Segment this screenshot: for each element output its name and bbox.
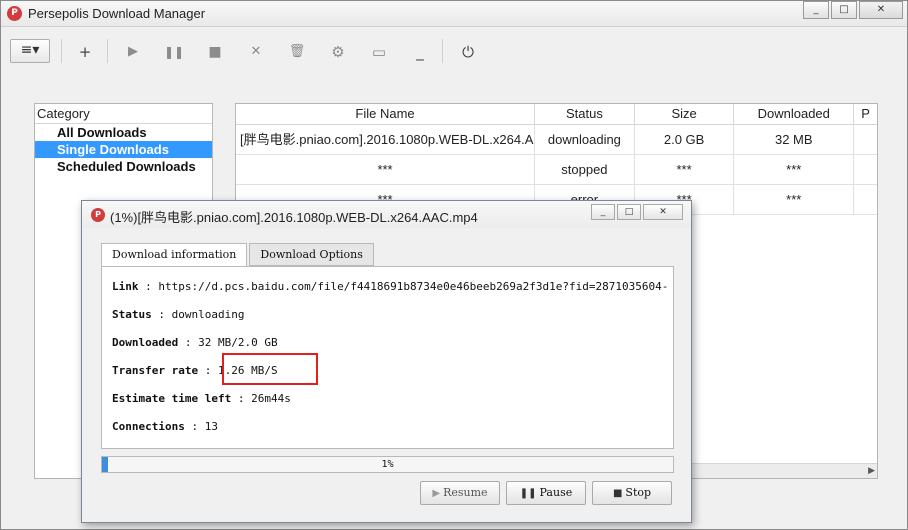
category-header: Category xyxy=(35,104,212,124)
resume-icon: ▶ xyxy=(432,488,441,499)
cell-size: 2.0 GB xyxy=(635,125,735,154)
link-label: Link xyxy=(112,280,139,293)
add-link-icon[interactable]: + xyxy=(73,41,97,63)
pause-icon[interactable]: ❚❚ xyxy=(162,41,186,63)
table-header: File Name Status Size Downloaded P xyxy=(236,104,877,125)
resume-label: Resume xyxy=(443,486,488,499)
cell-file-name: *** xyxy=(236,155,536,184)
maximize-button[interactable]: □ xyxy=(831,1,857,19)
pause-button[interactable]: ❚❚ Pause xyxy=(506,481,586,505)
toolbar: ≡▾ + ▶ ❚❚ ■ ✕ 🗑 ⚙ ▭ _ ⏻ xyxy=(1,29,907,75)
cell-downloaded: 32 MB xyxy=(734,125,855,154)
dialog-logo-icon: P xyxy=(91,208,105,222)
cell-downloaded: *** xyxy=(734,155,855,184)
toolbar-separator xyxy=(442,39,443,63)
title-bar: P Persepolis Download Manager _ □ ✕ xyxy=(1,1,907,27)
progress-label: 1% xyxy=(381,459,394,470)
column-status[interactable]: Status xyxy=(535,104,635,124)
close-button[interactable]: ✕ xyxy=(859,1,903,19)
properties-icon[interactable]: ⚙ xyxy=(326,41,350,63)
table-row[interactable]: *** stopped *** *** xyxy=(236,155,877,185)
connections-row: Connections : 13 xyxy=(112,420,218,433)
stop-icon[interactable]: ■ xyxy=(203,41,227,63)
dialog-close-button[interactable]: ✕ xyxy=(643,204,683,220)
remove-icon[interactable]: ✕ xyxy=(244,41,268,63)
scroll-right-icon[interactable]: ▶ xyxy=(868,464,875,478)
dialog-window-controls: _ □ ✕ xyxy=(589,204,683,220)
stop-button[interactable]: ■ Stop xyxy=(592,481,672,505)
status-row: Status : downloading xyxy=(112,308,245,321)
download-information-panel: Link : https://d.pcs.baidu.com/file/f441… xyxy=(101,266,674,449)
downloaded-label: Downloaded xyxy=(112,336,179,349)
tab-download-information[interactable]: Download information xyxy=(101,243,248,267)
cell-downloaded: *** xyxy=(734,185,855,214)
dialog-title-bar: P (1%)[胖鸟电影.pniao.com].2016.1080p.WEB-DL… xyxy=(82,201,691,228)
transfer-rate-label: Transfer rate xyxy=(112,364,199,377)
pause-icon: ❚❚ xyxy=(519,488,537,499)
tab-download-options[interactable]: Download Options xyxy=(249,243,374,266)
resume-icon[interactable]: ▶ xyxy=(121,41,145,63)
delete-icon[interactable]: 🗑 xyxy=(285,41,309,63)
cell-partial xyxy=(854,155,877,184)
transfer-rate-highlight xyxy=(222,353,318,385)
toolbar-separator xyxy=(107,39,108,63)
resume-button[interactable]: ▶ Resume xyxy=(420,481,500,505)
minimize-to-tray-icon[interactable]: _ xyxy=(408,41,432,63)
cell-file-name: [胖鸟电影.pniao.com].2016.1080p.WEB-DL.x264.… xyxy=(236,125,536,154)
connections-value: 13 xyxy=(204,420,218,433)
dialog-tabs: Download information Download Options xyxy=(101,243,376,267)
progress-dialog: P (1%)[胖鸟电影.pniao.com].2016.1080p.WEB-DL… xyxy=(81,200,692,523)
dialog-maximize-button[interactable]: □ xyxy=(617,204,641,220)
menu-button[interactable]: ≡▾ xyxy=(10,39,50,63)
downloaded-row: Downloaded : 32 MB/2.0 GB xyxy=(112,336,278,349)
toolbar-separator xyxy=(61,39,62,63)
cell-partial xyxy=(854,185,877,214)
dialog-minimize-button[interactable]: _ xyxy=(591,204,615,220)
status-label: Status xyxy=(112,308,152,321)
exit-icon[interactable]: ⏻ xyxy=(456,41,480,63)
dialog-title: (1%)[胖鸟电影.pniao.com].2016.1080p.WEB-DL.x… xyxy=(110,210,478,225)
estimate-time-label: Estimate time left xyxy=(112,392,232,405)
download-progress-bar: 1% xyxy=(101,456,674,473)
column-size[interactable]: Size xyxy=(635,104,735,124)
stop-label: Stop xyxy=(625,486,652,499)
category-item-single-downloads[interactable]: Single Downloads xyxy=(35,141,212,158)
cell-status: stopped xyxy=(535,155,635,184)
status-value: downloading xyxy=(171,308,245,321)
cell-size: *** xyxy=(635,155,735,184)
table-row[interactable]: [胖鸟电影.pniao.com].2016.1080p.WEB-DL.x264.… xyxy=(236,125,877,155)
window-controls: _ □ ✕ xyxy=(801,1,903,21)
cell-status: downloading xyxy=(535,125,635,154)
link-value: https://d.pcs.baidu.com/file/f4418691b87… xyxy=(158,280,667,293)
category-item-all-downloads[interactable]: All Downloads xyxy=(35,124,212,141)
stop-icon: ■ xyxy=(612,488,623,499)
column-downloaded[interactable]: Downloaded xyxy=(734,104,855,124)
minimize-button[interactable]: _ xyxy=(803,1,829,19)
estimate-time-row: Estimate time left : 26m44s xyxy=(112,392,291,405)
progress-window-icon[interactable]: ▭ xyxy=(367,41,391,63)
column-file-name[interactable]: File Name xyxy=(236,104,536,124)
cell-partial xyxy=(854,125,877,154)
column-partial[interactable]: P xyxy=(854,104,877,124)
estimate-time-value: 26m44s xyxy=(251,392,291,405)
dialog-buttons: ▶ Resume ❚❚ Pause ■ Stop xyxy=(414,481,672,505)
category-item-scheduled-downloads[interactable]: Scheduled Downloads xyxy=(35,158,212,175)
app-logo-icon: P xyxy=(7,6,22,21)
transfer-rate-row: Transfer rate : 1.26 MB/S xyxy=(112,364,278,377)
link-row: Link : https://d.pcs.baidu.com/file/f441… xyxy=(112,280,667,293)
pause-label: Pause xyxy=(539,486,573,499)
connections-label: Connections xyxy=(112,420,185,433)
downloaded-value: 32 MB/2.0 GB xyxy=(198,336,278,349)
window-title: Persepolis Download Manager xyxy=(28,6,206,21)
